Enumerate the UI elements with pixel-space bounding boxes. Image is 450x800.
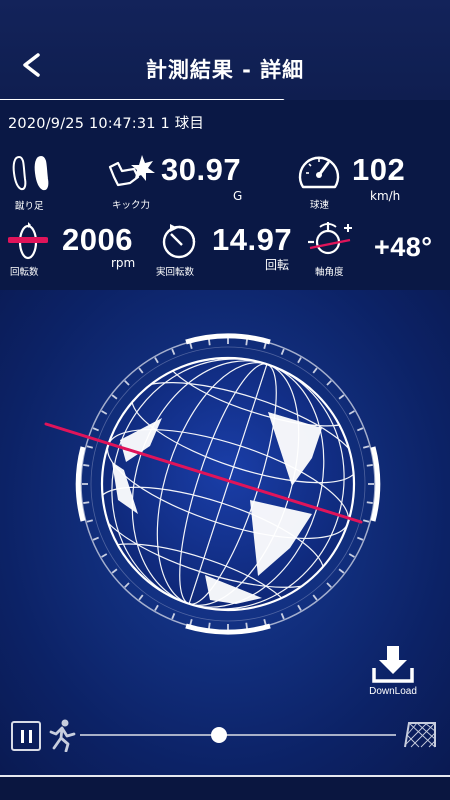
dial-tick <box>348 410 355 415</box>
axis-angle-label: 軸角度 <box>315 267 344 278</box>
dial-tick <box>297 357 302 364</box>
download-icon <box>372 646 414 683</box>
dial-tick <box>280 612 285 620</box>
dial-tick <box>101 410 108 415</box>
dial-tick <box>312 594 318 601</box>
goal-net-icon <box>404 722 436 748</box>
dial-tick <box>83 464 90 467</box>
ball-speed-unit: km/h <box>370 189 401 203</box>
dial-tick <box>189 618 193 626</box>
ball-speed-label: 球速 <box>310 200 330 211</box>
dial-tick <box>245 622 248 629</box>
dial-tick <box>101 553 108 558</box>
spin-rate-unit: rpm <box>111 256 136 270</box>
dial-tick <box>138 594 144 601</box>
dial-tick <box>362 445 370 449</box>
dial-tick <box>208 339 211 346</box>
actual-rotations-label: 実回転数 <box>156 267 195 278</box>
dial-tick <box>86 445 94 449</box>
dial-tick <box>263 342 267 350</box>
spin-axis-icon <box>8 222 48 260</box>
dial-tick <box>83 501 90 504</box>
spin-rate-value: 2006 <box>62 222 133 257</box>
kick-force-unit: G <box>233 189 243 203</box>
dial-tick <box>86 519 94 523</box>
download-button[interactable]: DownLoad <box>364 640 422 700</box>
app-header: 計測結果 - 詳細 <box>0 0 450 100</box>
dial-tick <box>92 427 100 432</box>
dial-tick <box>366 501 373 504</box>
pause-icon <box>20 729 24 743</box>
dial-tick <box>263 618 267 626</box>
kick-force-label: キック力 <box>112 200 151 211</box>
dial-tick <box>280 348 285 356</box>
ball-speed-value: 102 <box>352 152 406 187</box>
dial-tick <box>171 348 176 356</box>
playback-thumb[interactable] <box>211 727 228 743</box>
playback-track[interactable] <box>80 734 396 736</box>
rotation-ball-icon <box>162 224 196 259</box>
kick-number: 1 球目 <box>160 116 205 132</box>
dial-tick <box>154 357 159 364</box>
dial-tick <box>326 582 332 588</box>
dial-tick <box>92 536 100 541</box>
dial-tick <box>245 339 248 346</box>
speedometer-icon <box>298 156 340 189</box>
dial-tick <box>356 536 364 541</box>
dial-tick <box>326 380 332 386</box>
spinning-ball-icon[interactable] <box>0 290 450 690</box>
axis-angle-icon <box>308 222 352 255</box>
dial-tick <box>338 394 345 400</box>
dial-tick <box>208 622 211 629</box>
actual-rotations-value: 14.97 <box>212 222 293 257</box>
dial-tick <box>154 604 159 611</box>
actual-rotations-unit: 回転 <box>265 258 290 272</box>
datetime-text: 2020/9/25 10:47:31 <box>8 116 156 132</box>
kicking-foot-label: 蹴り足 <box>15 201 44 212</box>
kick-impact-icon <box>108 155 155 187</box>
dial-tick <box>348 553 355 558</box>
axis-angle-value: +48° <box>374 232 433 262</box>
dial-tick <box>171 612 176 620</box>
page-title: 計測結果 - 詳細 <box>145 58 305 82</box>
dial-tick <box>362 519 370 523</box>
kicker-icon <box>49 719 76 752</box>
dial-tick <box>356 427 364 432</box>
kick-force-value: 30.97 <box>161 152 242 187</box>
dial-tick <box>111 394 118 400</box>
kick-datetime: 2020/9/25 10:47:31 1 球目 <box>8 112 204 133</box>
dial-tick <box>338 568 345 574</box>
dial-tick <box>138 367 144 374</box>
dial-tick <box>312 367 318 374</box>
footprints-icon <box>12 155 49 191</box>
dial-tick <box>111 568 118 574</box>
dial-tick <box>124 380 130 386</box>
download-label: DownLoad <box>369 686 417 697</box>
bottom-bar <box>0 777 450 800</box>
spin-rate-label: 回転数 <box>10 267 39 278</box>
dial-tick <box>297 604 302 611</box>
dial-tick <box>124 582 130 588</box>
pause-button[interactable] <box>11 721 41 751</box>
dial-tick <box>189 342 193 350</box>
dial-tick <box>366 464 373 467</box>
